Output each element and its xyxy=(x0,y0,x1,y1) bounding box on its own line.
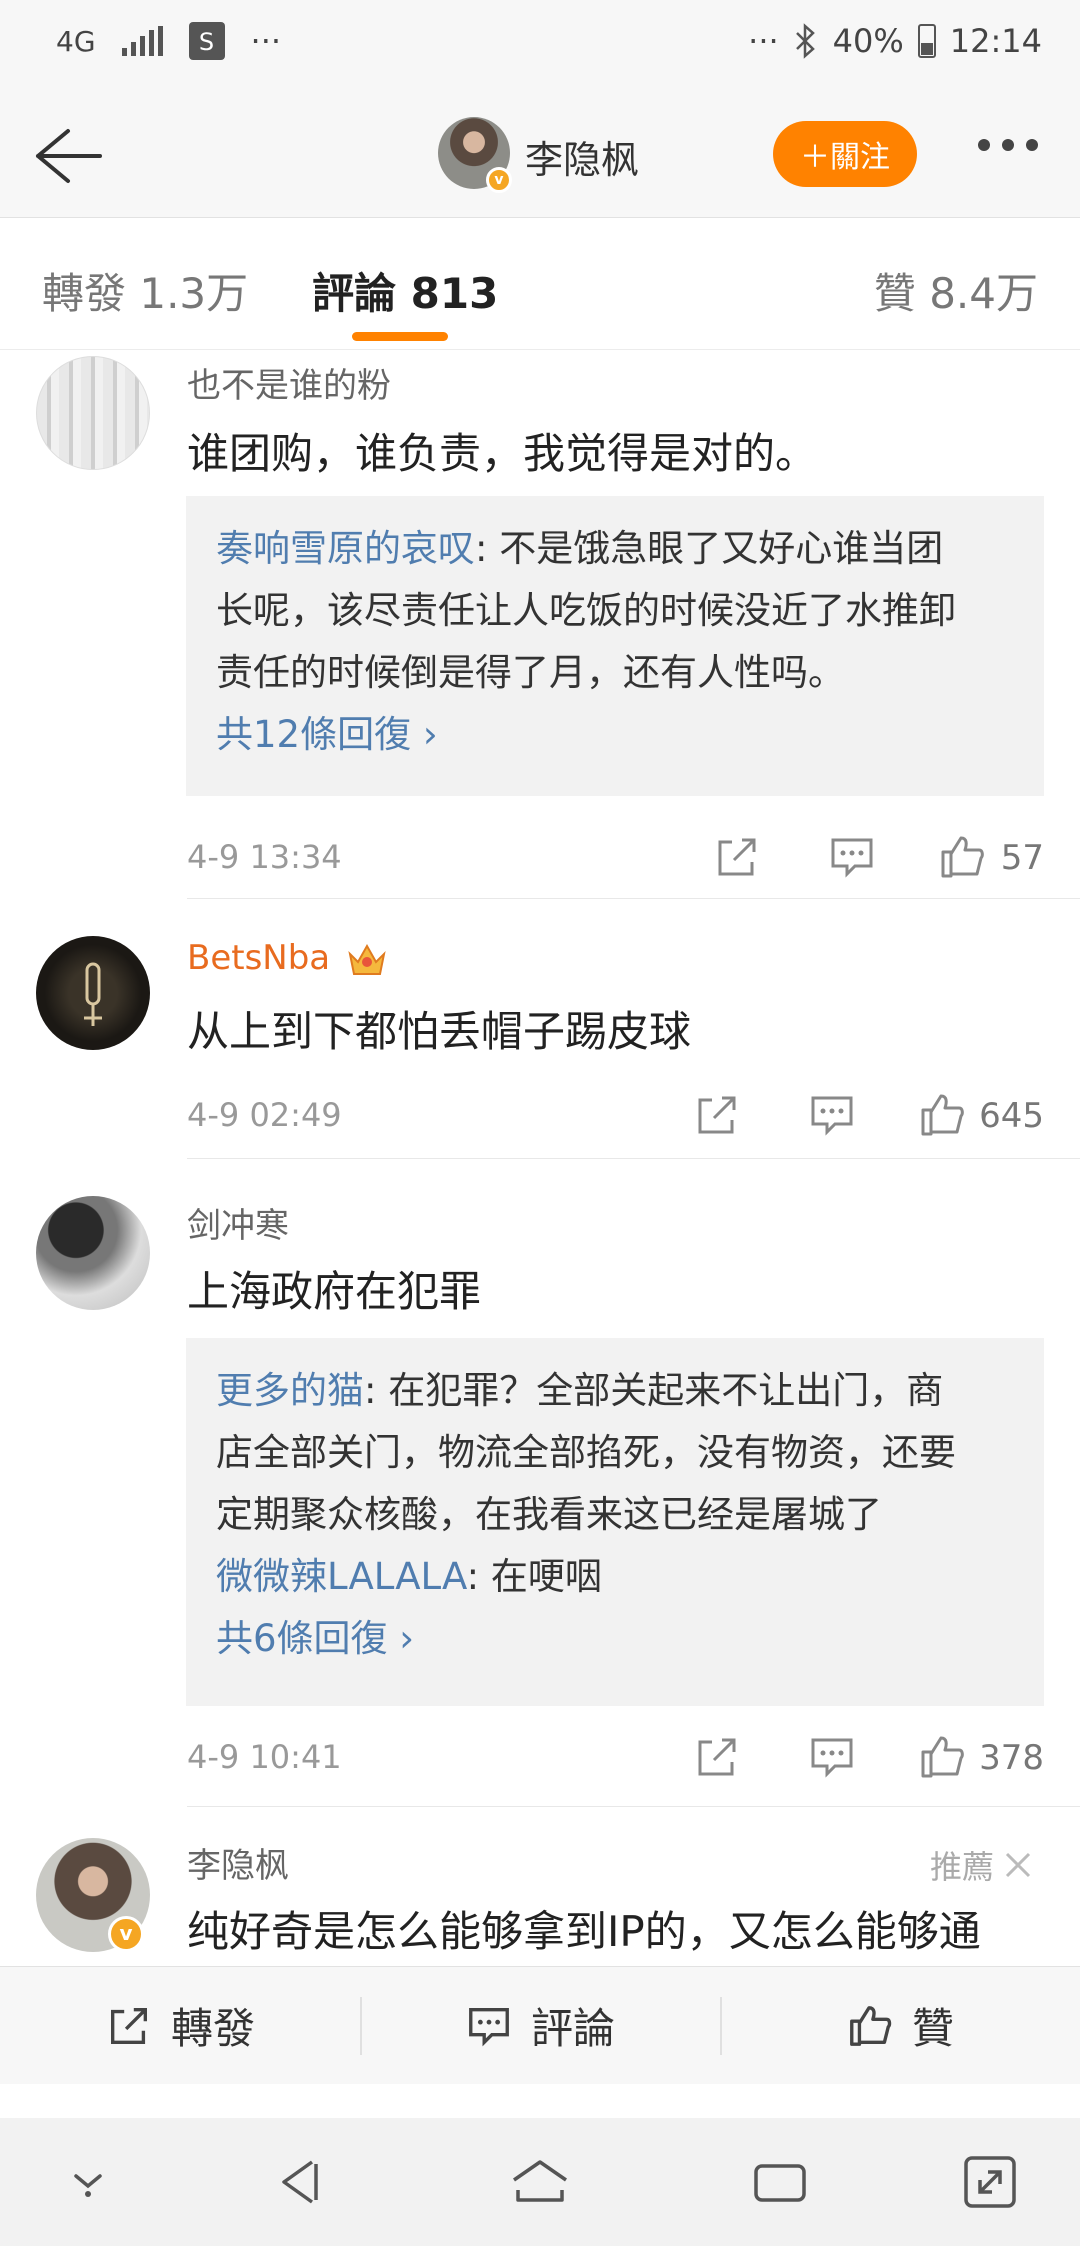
battery-icon xyxy=(917,24,936,58)
reply-text: : 在犯罪？全部关起来不让出门，商 xyxy=(364,1369,944,1412)
reply-author[interactable]: 更多的猫 xyxy=(216,1369,364,1412)
comment-icon xyxy=(469,2007,509,2046)
comment-text: 上海政府在犯罪 xyxy=(187,1267,482,1316)
reply-author[interactable]: 奏响雪原的哀叹 xyxy=(216,527,475,570)
divider xyxy=(187,1158,1080,1159)
divider xyxy=(187,898,1080,899)
comment-text: 从上到下都怕丢帽子踢皮球 xyxy=(187,1007,692,1056)
comment-meta: 4-9 10:41 378 xyxy=(187,1728,1044,1788)
commenter-name[interactable]: BetsNba xyxy=(187,938,330,978)
more-options-icon[interactable] xyxy=(978,139,1038,151)
reply-line: 微微辣LALALA: 在哽咽 xyxy=(216,1546,1014,1608)
recent-apps-icon[interactable] xyxy=(748,2150,812,2214)
page-title: 李隐枫 xyxy=(525,138,640,182)
share-icon[interactable] xyxy=(692,1090,742,1140)
status-overflow-right: ··· xyxy=(748,22,779,60)
lamp-icon xyxy=(84,962,102,1026)
verified-badge-icon: v xyxy=(486,167,512,193)
reply-icon[interactable] xyxy=(807,1732,857,1782)
hide-keyboard-icon[interactable] xyxy=(56,2150,120,2214)
reply-icon[interactable] xyxy=(827,832,877,882)
divider xyxy=(187,1806,1080,1807)
repost-icon xyxy=(110,2007,147,2044)
share-icon[interactable] xyxy=(692,1732,742,1782)
clock: 12:14 xyxy=(949,22,1042,60)
like-count: 57 xyxy=(1000,838,1044,878)
comment-button[interactable]: 評論 xyxy=(360,1967,720,2084)
commenter-name[interactable]: 剑冲寒 xyxy=(187,1198,289,1247)
tab-comments[interactable]: 評論 813 xyxy=(312,260,498,321)
verified-badge-icon: v xyxy=(108,1916,144,1952)
reply-icon[interactable] xyxy=(807,1090,857,1140)
vip-crown-icon xyxy=(346,940,388,978)
home-nav-icon[interactable] xyxy=(508,2150,572,2214)
back-nav-icon[interactable] xyxy=(268,2150,332,2214)
reply-text-cont: 长呢，该尽责任让人吃饭的时候没近了水推卸 xyxy=(216,589,956,632)
tab-reposts[interactable]: 轉發 1.3万 xyxy=(42,260,248,321)
reply-line: 更多的猫: 在犯罪？全部关起来不让出门，商 xyxy=(216,1360,1014,1422)
tab-likes[interactable]: 贊 8.4万 xyxy=(874,260,1038,321)
signal-icon xyxy=(121,26,163,56)
reply-preview-box[interactable]: 更多的猫: 在犯罪？全部关起来不让出门，商 店全部关门，物流全部掐死，没有物资，… xyxy=(186,1338,1044,1706)
like-icon[interactable] xyxy=(937,832,987,882)
like-label: 贊 xyxy=(911,2004,954,2053)
close-icon[interactable] xyxy=(1004,1851,1032,1879)
comment-time: 4-9 10:41 xyxy=(187,1738,342,1776)
recommended-tag[interactable]: 推薦 xyxy=(930,1842,1032,1888)
commenter-name[interactable]: 也不是谁的粉 xyxy=(187,358,391,407)
bottom-action-bar: 轉發 評論 贊 xyxy=(0,1966,1080,2084)
reply-text: : 在哽咽 xyxy=(466,1555,602,1598)
reply-text-cont: 定期聚众核酸，在我看来这已经是屠城了 xyxy=(216,1493,882,1536)
bluetooth-icon xyxy=(795,23,815,59)
like-icon[interactable] xyxy=(917,1732,967,1782)
commenter-avatar[interactable] xyxy=(36,936,150,1050)
comment-text: 纯好奇是怎么能够拿到IP的，又怎么能够通 xyxy=(187,1907,981,1956)
view-all-replies-link[interactable]: 共6條回復 › xyxy=(216,1608,1014,1670)
reply-text: : 不是饿急眼了又好心谁当团 xyxy=(475,527,944,570)
repost-label: 轉發 xyxy=(170,2004,255,2053)
reply-line: 奏响雪原的哀叹: 不是饿急眼了又好心谁当团 xyxy=(216,518,1014,580)
comment-time: 4-9 13:34 xyxy=(187,838,342,876)
reply-text-cont: 店全部关门，物流全部掐死，没有物资，还要 xyxy=(216,1431,956,1474)
comment-meta: 4-9 02:49 645 xyxy=(187,1086,1044,1146)
top-nav-bar: v 李隐枫 ＋關注 xyxy=(0,95,1080,218)
recommended-label: 推薦 xyxy=(929,1848,994,1886)
view-all-replies-link[interactable]: 共12條回復 › xyxy=(216,704,1014,766)
comment-text: 谁团购，谁负责，我觉得是对的。 xyxy=(187,429,818,478)
commenter-name[interactable]: 李隐枫 xyxy=(187,1838,289,1887)
comment-time: 4-9 02:49 xyxy=(187,1096,342,1134)
status-bar: 4G S ··· ··· 40% 12:14 xyxy=(0,0,1080,95)
battery-percent: 40% xyxy=(832,22,904,60)
back-arrow-icon[interactable] xyxy=(28,123,104,189)
like-icon[interactable] xyxy=(917,1090,967,1140)
share-icon[interactable] xyxy=(712,832,762,882)
commenter-avatar[interactable] xyxy=(36,1196,150,1310)
active-tab-indicator xyxy=(352,332,448,341)
store-bag-icon: S xyxy=(188,22,225,60)
reply-preview-box[interactable]: 奏响雪原的哀叹: 不是饿急眼了又好心谁当团 长呢，该尽责任让人吃饭的时候没近了水… xyxy=(186,496,1044,796)
like-count: 645 xyxy=(979,1096,1044,1136)
comment-meta: 4-9 13:34 57 xyxy=(187,828,1044,888)
reply-author[interactable]: 微微辣LALALA xyxy=(216,1555,467,1598)
network-type: 4G xyxy=(56,24,96,58)
repost-button[interactable]: 轉發 xyxy=(0,1967,360,2084)
like-count: 378 xyxy=(979,1738,1044,1778)
follow-button[interactable]: ＋關注 xyxy=(773,121,917,187)
status-overflow: ··· xyxy=(250,22,282,60)
feedback-tabs: 轉發 1.3万 評論 813 贊 8.4万 xyxy=(0,218,1080,350)
comment-label: 評論 xyxy=(530,2004,615,2053)
reply-text-cont: 责任的时候倒是得了月，还有人性吗。 xyxy=(216,651,845,694)
thumbs-up-icon xyxy=(850,2005,892,2046)
commenter-avatar[interactable] xyxy=(36,356,150,470)
comment-item: v 李隐枫 推薦 纯好奇是怎么能够拿到IP的，又怎么能够通 xyxy=(0,1836,1080,1966)
system-nav-bar xyxy=(0,2118,1080,2246)
rotate-screen-icon[interactable] xyxy=(958,2150,1022,2214)
like-button[interactable]: 贊 xyxy=(720,1967,1080,2084)
